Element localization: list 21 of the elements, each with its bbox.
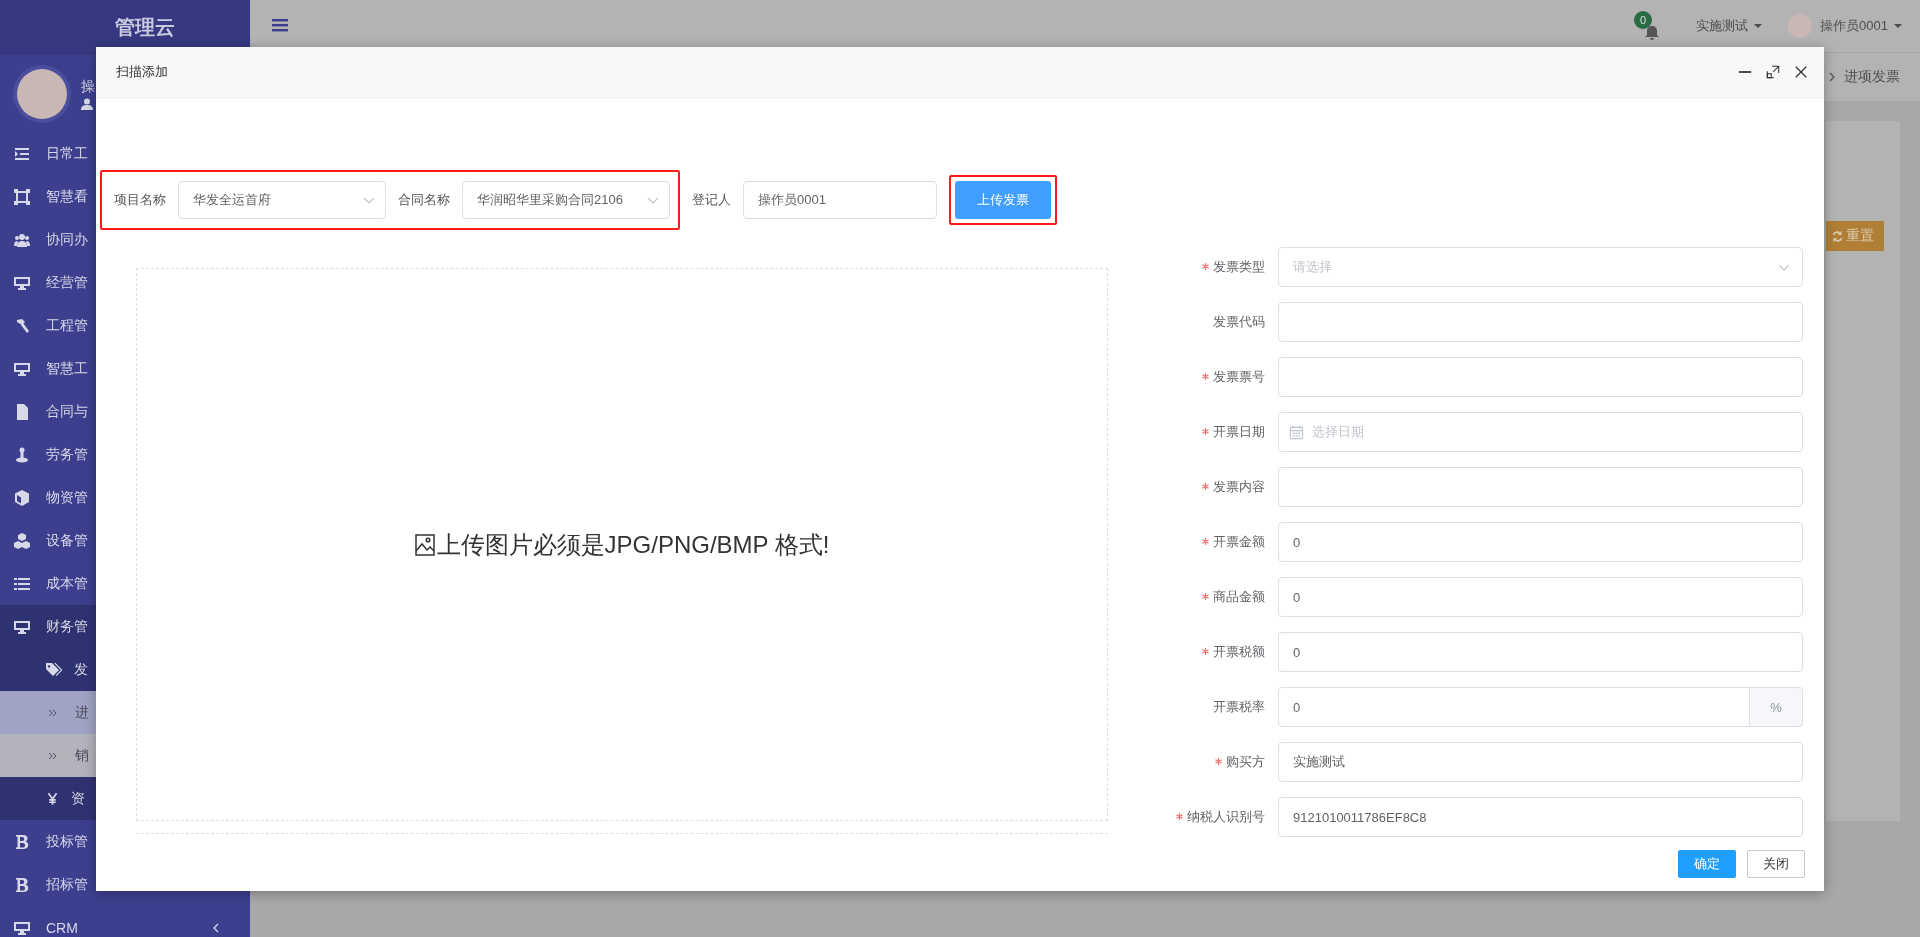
field-label: 商品金额 (1150, 588, 1278, 606)
app-logo-text: 管理云 (115, 15, 175, 40)
field-label: 开票金额 (1150, 533, 1278, 551)
field-label: 发票类型 (1150, 258, 1278, 276)
field-label: 项目名称 (114, 191, 166, 209)
user-name: 操 (81, 77, 95, 96)
field-label: 发票内容 (1150, 478, 1278, 496)
field-label: 发票代码 (1212, 313, 1266, 331)
upload-hint: 上传图片必须是JPG/PNG/BMP 格式! (436, 529, 830, 560)
notification-badge: 0 (1634, 11, 1653, 29)
field-label: 开票税率 (1212, 698, 1266, 716)
field-label: 开票税额 (1150, 643, 1278, 661)
field-label: 登记人 (692, 191, 731, 209)
field-label: 开票日期 (1150, 423, 1278, 441)
field-label: 合同名称 (398, 191, 450, 209)
dialog-title: 扫描添加 (116, 63, 169, 81)
percent-addon: % (1750, 687, 1803, 727)
field-label: 发票票号 (1150, 368, 1278, 386)
field-label: 购买方 (1150, 753, 1278, 771)
field-label: 纳税人识别号 (1150, 808, 1278, 826)
breadcrumb-item: 进项发票 (1844, 68, 1900, 86)
